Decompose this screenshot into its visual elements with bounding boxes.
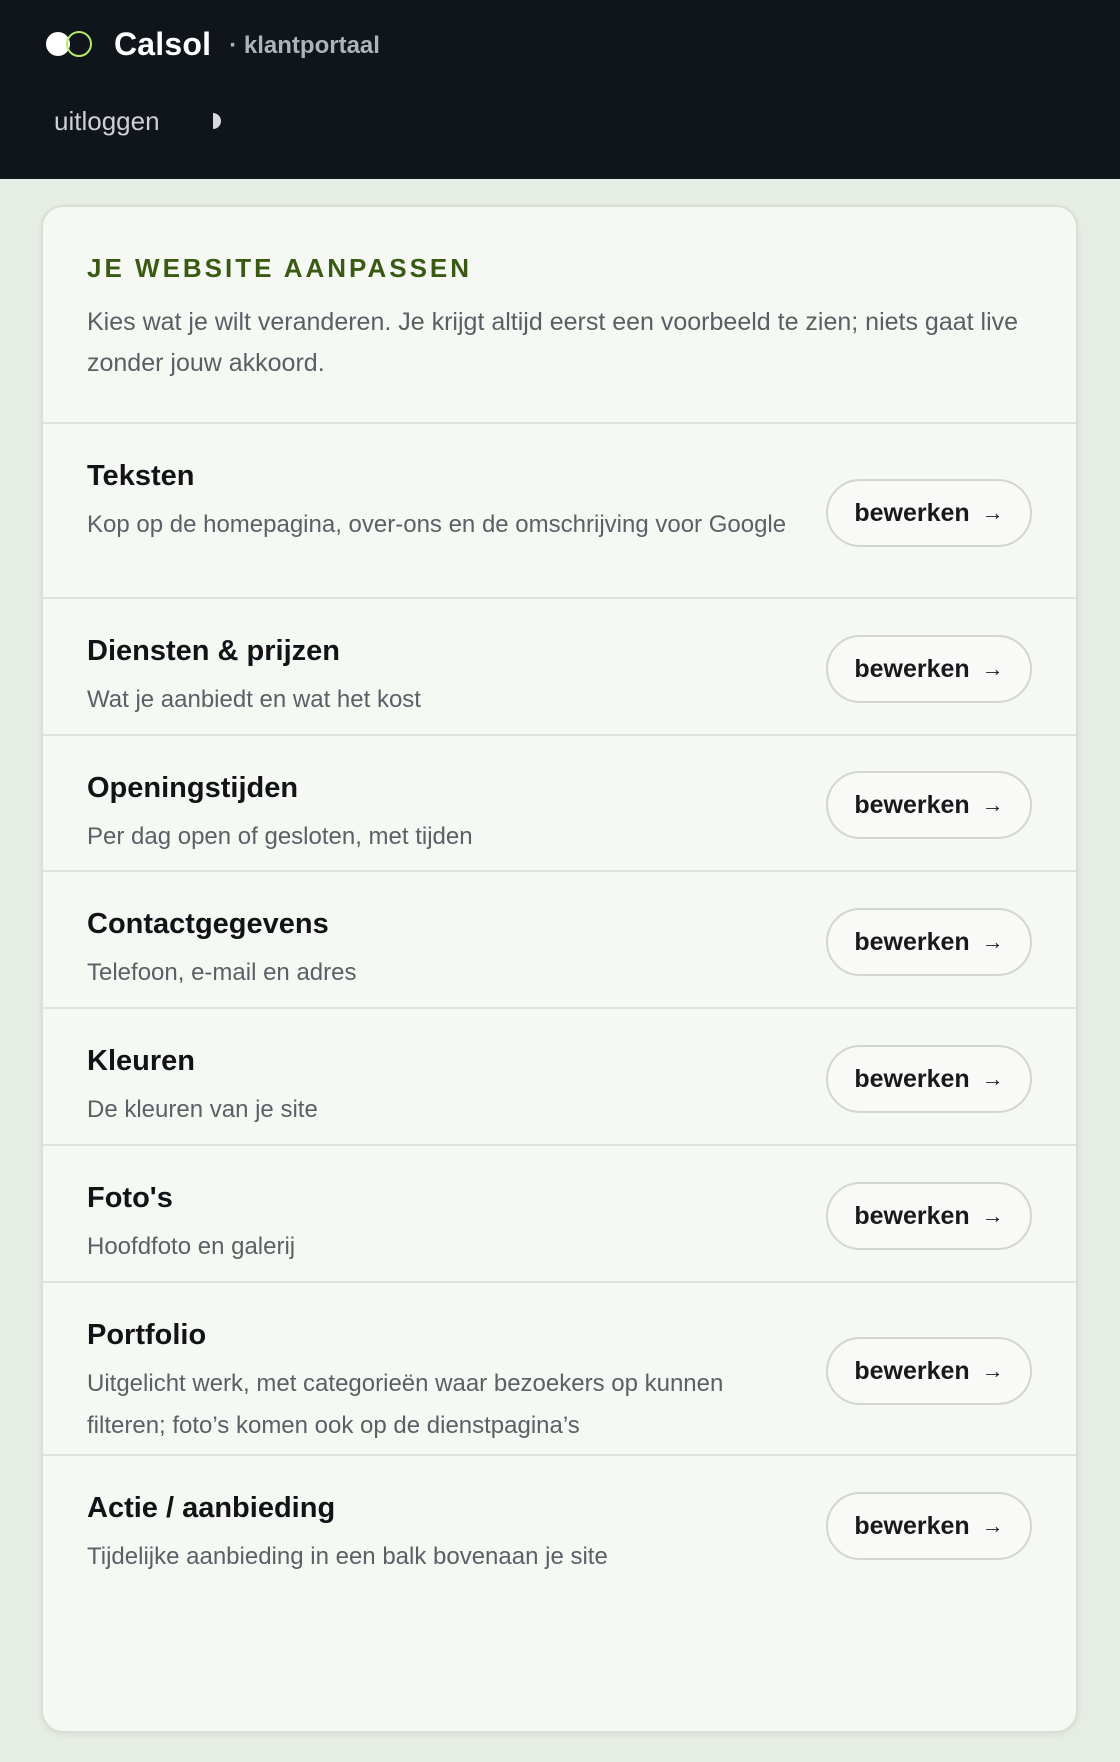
card-header: JE WEBSITE AANPASSEN Kies wat je wilt ve… <box>43 207 1076 424</box>
row-title: Openingstijden <box>87 772 299 804</box>
logout-link[interactable]: uitloggen <box>54 106 160 137</box>
row-text: Contactgegevens Telefoon, e-mail en adres <box>87 906 787 994</box>
customize-website-card: JE WEBSITE AANPASSEN Kies wat je wilt ve… <box>41 205 1078 1733</box>
row-text: Portfolio Uitgelicht werk, met categorieë… <box>87 1317 787 1447</box>
row-title: Portfolio <box>87 1319 207 1351</box>
edit-row-contactgegevens: Contactgegevens Telefoon, e-mail en adres… <box>43 872 1076 1009</box>
edit-row-teksten: Teksten Kop op de homepagina, over-ons en… <box>43 424 1076 599</box>
row-text: Teksten Kop op de homepagina, over-ons en… <box>87 458 787 546</box>
arrow-right-icon: → <box>981 1513 1004 1538</box>
row-title: Kleuren <box>87 1045 195 1077</box>
row-title: Diensten & prijzen <box>87 635 340 667</box>
edit-options-list: Teksten Kop op de homepagina, over-ons en… <box>43 424 1076 1590</box>
edit-button-fotos[interactable]: bewerken → <box>826 1182 1032 1250</box>
row-description: De kleuren van je site <box>87 1096 318 1123</box>
edit-button-label: bewerken <box>854 927 970 956</box>
row-text: Openingstijden Per dag open of gesloten, … <box>87 770 787 858</box>
row-description: Per dag open of gesloten, met tijden <box>87 823 473 850</box>
edit-button-actie-aanbieding[interactable]: bewerken → <box>826 1492 1032 1560</box>
row-description: Wat je aanbiedt en wat het kost <box>87 686 421 713</box>
logo-icon <box>46 30 92 58</box>
brand-name: Calsol <box>114 25 212 62</box>
edit-button-label: bewerken <box>854 1064 970 1093</box>
theme-toggle-icon[interactable] <box>213 113 223 129</box>
row-text: Foto's Hoofdfoto en galerij <box>87 1180 787 1268</box>
row-description: Tijdelijke aanbieding in een balk bovena… <box>87 1543 608 1570</box>
edit-button-label: bewerken <box>854 654 970 683</box>
brand-subtitle: · klantportaal <box>229 32 380 59</box>
edit-button-contactgegevens[interactable]: bewerken → <box>826 908 1032 976</box>
arrow-right-icon: → <box>981 929 1004 954</box>
edit-button-label: bewerken <box>854 790 970 819</box>
edit-button-portfolio[interactable]: bewerken → <box>826 1337 1032 1405</box>
edit-row-openingstijden: Openingstijden Per dag open of gesloten, … <box>43 736 1076 872</box>
edit-button-label: bewerken <box>854 1356 970 1385</box>
arrow-right-icon: → <box>981 500 1004 525</box>
edit-row-fotos: Foto's Hoofdfoto en galerij bewerken → <box>43 1146 1076 1283</box>
row-description: Hoofdfoto en galerij <box>87 1233 296 1260</box>
edit-button-diensten-prijzen[interactable]: bewerken → <box>826 635 1032 703</box>
row-text: Actie / aanbieding Tijdelijke aanbieding … <box>87 1490 787 1578</box>
row-description: Telefoon, e-mail en adres <box>87 959 357 986</box>
row-description: Uitgelicht werk, met categorieën waar be… <box>87 1370 724 1439</box>
row-description: Kop op de homepagina, over-ons en de oms… <box>87 511 787 538</box>
arrow-right-icon: → <box>981 1203 1004 1228</box>
edit-button-label: bewerken <box>854 498 970 527</box>
arrow-right-icon: → <box>981 1066 1004 1091</box>
row-title: Actie / aanbieding <box>87 1492 336 1524</box>
edit-row-actie-aanbieding: Actie / aanbieding Tijdelijke aanbieding … <box>43 1456 1076 1590</box>
arrow-right-icon: → <box>981 792 1004 817</box>
edit-button-label: bewerken <box>854 1201 970 1230</box>
brand[interactable]: Calsol · klantportaal <box>46 22 380 66</box>
edit-row-portfolio: Portfolio Uitgelicht werk, met categorieë… <box>43 1283 1076 1456</box>
row-text: Kleuren De kleuren van je site <box>87 1043 787 1131</box>
edit-button-openingstijden[interactable]: bewerken → <box>826 771 1032 839</box>
card-intro: Kies wat je wilt veranderen. Je krijgt a… <box>87 308 1019 377</box>
card-title: JE WEBSITE AANPASSEN <box>87 253 473 283</box>
edit-button-kleuren[interactable]: bewerken → <box>826 1045 1032 1113</box>
arrow-right-icon: → <box>981 656 1004 681</box>
row-title: Foto's <box>87 1182 173 1214</box>
row-title: Contactgegevens <box>87 908 329 940</box>
edit-button-label: bewerken <box>854 1511 970 1540</box>
row-text: Diensten & prijzen Wat je aanbiedt en wat… <box>87 633 787 721</box>
top-bar: Calsol · klantportaal uitloggen <box>0 0 1120 179</box>
logo-dot-ring <box>66 31 92 57</box>
edit-button-teksten[interactable]: bewerken → <box>826 479 1032 547</box>
edit-row-kleuren: Kleuren De kleuren van je site bewerken → <box>43 1009 1076 1146</box>
edit-row-diensten-prijzen: Diensten & prijzen Wat je aanbiedt en wat… <box>43 599 1076 736</box>
row-title: Teksten <box>87 460 195 492</box>
arrow-right-icon: → <box>981 1358 1004 1383</box>
